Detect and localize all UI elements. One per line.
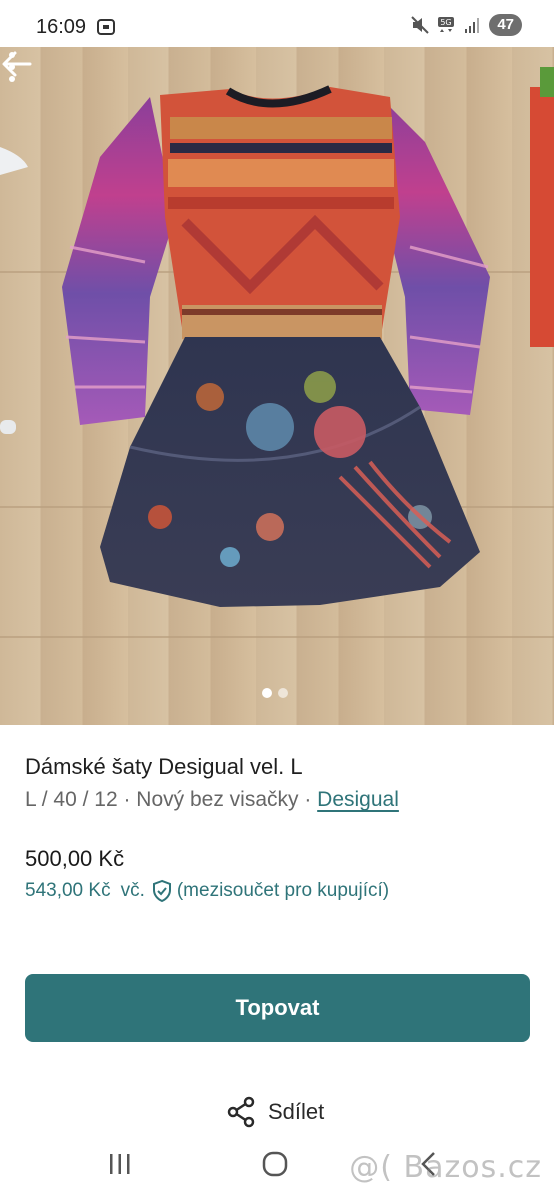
more-options-icon[interactable]	[0, 47, 24, 87]
share-button[interactable]: Sdílet	[226, 1096, 324, 1128]
status-time: 16:09	[36, 16, 87, 38]
listing-title: Dámské šaty Desigual vel. L	[25, 754, 303, 779]
dress-image	[0, 67, 554, 638]
recent-apps-icon[interactable]	[108, 1152, 132, 1176]
listing-price: 500,00 Kč	[25, 846, 125, 871]
bazos-watermark: @( Bazos.cz	[349, 1150, 542, 1185]
screenshot-icon	[97, 19, 115, 35]
carousel-dot[interactable]	[278, 688, 288, 698]
battery-badge: 47	[489, 14, 522, 36]
status-bar: 16:09 5G 47	[0, 0, 554, 52]
mute-icon	[411, 16, 430, 34]
listing-meta: L / 40 / 12 · Nový bez visačky · Desigua…	[25, 788, 399, 812]
promote-button[interactable]: Topovat	[25, 974, 530, 1042]
share-icon	[227, 1096, 255, 1128]
carousel-dot-active[interactable]	[262, 688, 272, 698]
shield-check-icon[interactable]	[151, 879, 173, 903]
product-photo[interactable]	[0, 47, 554, 725]
svg-text:5G: 5G	[441, 18, 452, 27]
network-5g-icon: 5G	[438, 17, 455, 32]
buyer-price: 543,00 Kč vč. (mezisoučet pro kupující)	[25, 879, 389, 903]
buyer-price-suffix: vč.	[120, 880, 145, 901]
share-label: Sdílet	[268, 1099, 325, 1124]
brand-link[interactable]: Desigual	[317, 788, 399, 811]
carousel-indicator	[262, 688, 288, 698]
home-icon[interactable]	[262, 1151, 288, 1177]
buyer-price-note: (mezisoučet pro kupující)	[176, 880, 390, 901]
listing-meta-text: L / 40 / 12 · Nový bez visačky ·	[25, 788, 318, 811]
buyer-price-value: 543,00 Kč	[25, 880, 111, 901]
signal-icon	[465, 18, 480, 33]
